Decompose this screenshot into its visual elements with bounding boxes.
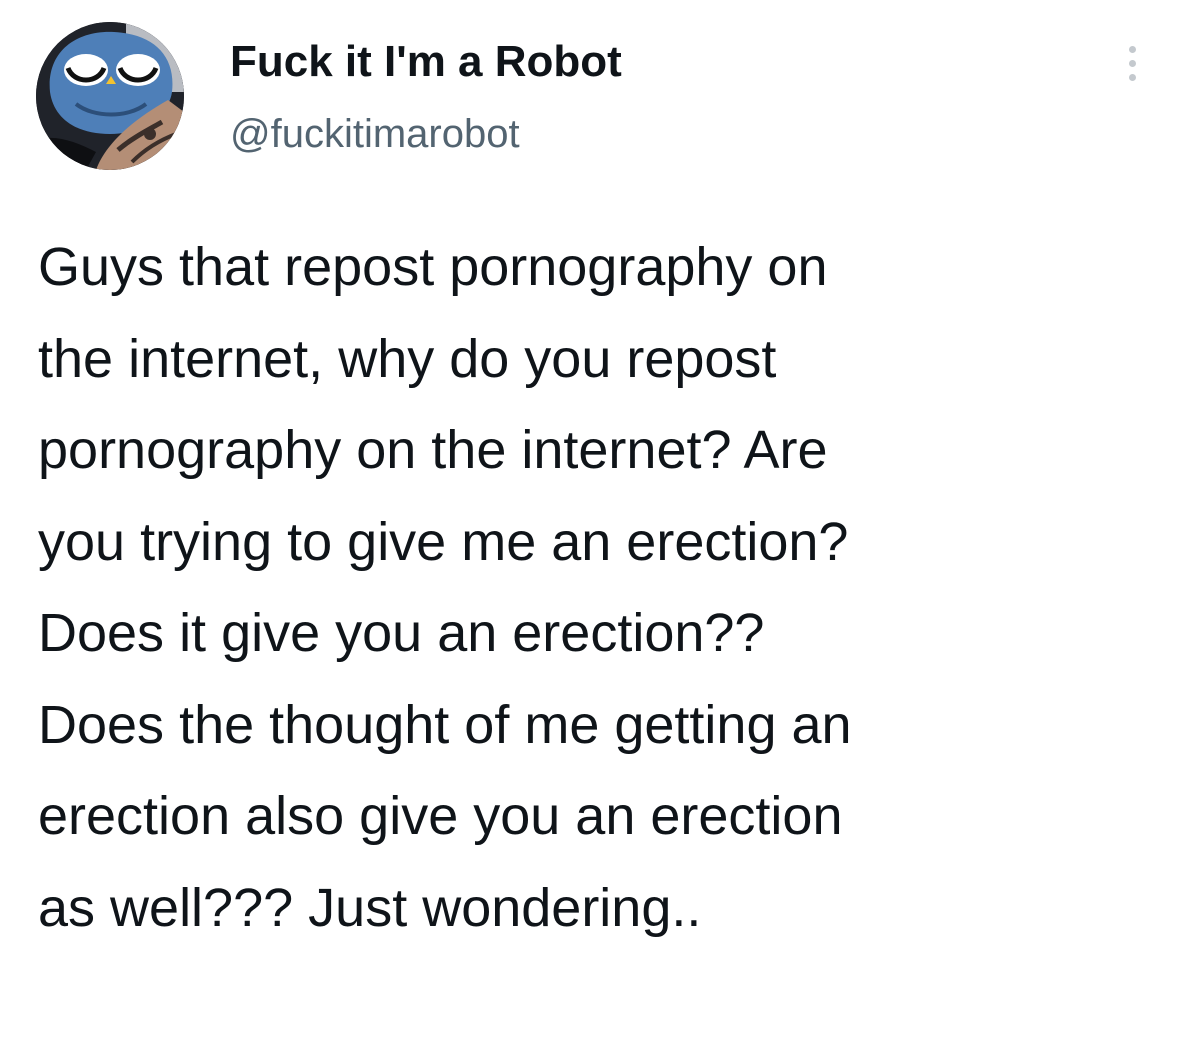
author-handle[interactable]: @fuckitimarobot xyxy=(230,110,520,158)
more-dot-1 xyxy=(1129,46,1136,53)
author-display-name[interactable]: Fuck it I'm a Robot xyxy=(230,36,622,88)
tweet-text-line: Does the thought of me getting an xyxy=(38,694,852,755)
tweet-text-line: Guys that repost pornography on xyxy=(38,237,828,297)
tweet-card: Fuck it I'm a Robot @fuckitimarobot Guys… xyxy=(0,0,1200,1043)
tweet-text-line: Does it give you an erection?? xyxy=(38,603,765,663)
tweet-text: Guys that repost pornography on the inte… xyxy=(38,222,1178,954)
tweet-text-line: you trying to give me an erection? xyxy=(38,511,849,572)
more-options-icon[interactable] xyxy=(1118,40,1148,88)
tweet-text-line: erection also give you an erection xyxy=(38,786,843,846)
tweet-text-line: as well??? Just wondering.. xyxy=(38,877,702,938)
more-dot-3 xyxy=(1129,74,1136,81)
tweet-text-line: the internet, why do you repost xyxy=(38,328,777,389)
tweet-text-line: pornography on the internet? Are xyxy=(38,420,828,480)
robot-avatar-icon[interactable] xyxy=(36,22,184,170)
more-dot-2 xyxy=(1129,60,1136,67)
